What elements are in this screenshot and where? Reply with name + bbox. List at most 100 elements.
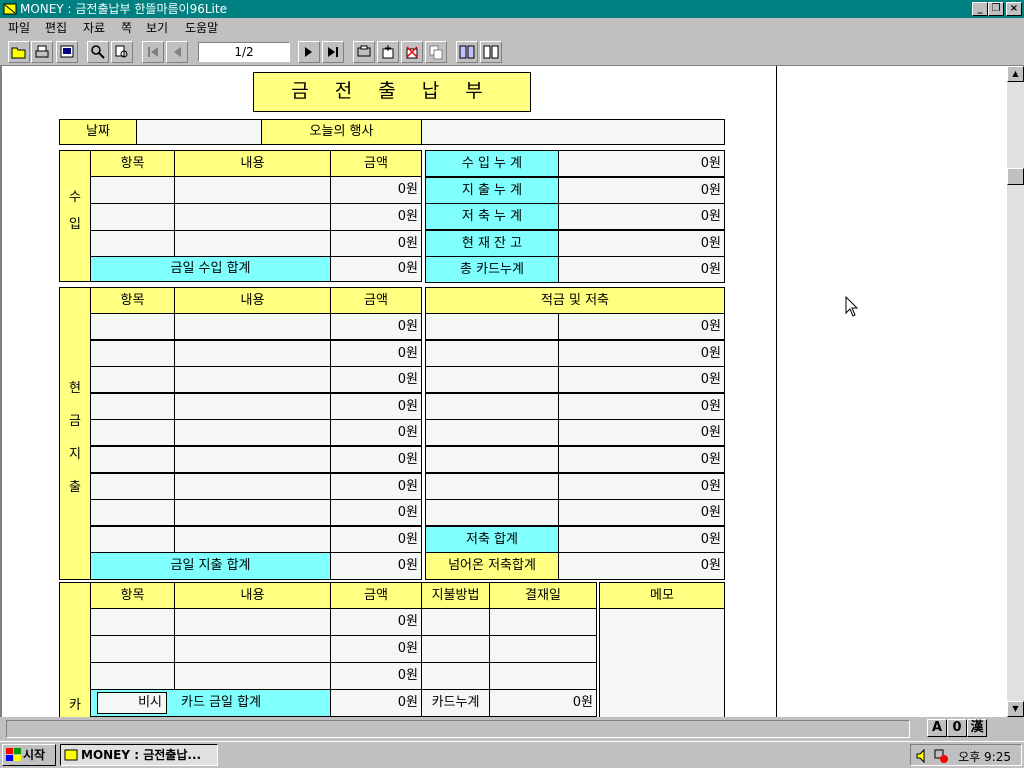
cash-content-field[interactable] — [174, 392, 331, 420]
cumulative-label: 저 축 누 계 — [425, 203, 559, 230]
record-icon[interactable] — [353, 41, 375, 63]
book-open-icon[interactable] — [480, 41, 502, 63]
card-cum-label: 카드누계 — [421, 689, 490, 717]
menu-help[interactable]: 도움말 — [185, 20, 218, 36]
card-settle-field[interactable] — [489, 635, 597, 663]
cash-content-field[interactable] — [174, 472, 331, 500]
scroll-thumb[interactable] — [1007, 168, 1024, 185]
savings-item-field[interactable] — [425, 472, 559, 500]
savings-header: 적금 및 저축 — [425, 287, 725, 314]
cash-col-amount: 금액 — [330, 287, 422, 314]
cumulative-value: 0원 — [558, 229, 725, 257]
ime-width-button[interactable]: 0 — [947, 719, 967, 737]
income-content-field[interactable] — [174, 203, 331, 231]
cash-content-field[interactable] — [174, 446, 331, 473]
income-total-label: 금일 수입 합계 — [90, 256, 331, 282]
cash-item-field[interactable] — [90, 499, 175, 527]
cash-item-field[interactable] — [90, 392, 175, 420]
book-icon[interactable] — [456, 41, 478, 63]
ime-hanja-button[interactable]: 漢 — [967, 719, 987, 737]
card-settle-field[interactable] — [489, 662, 597, 690]
card-content-field[interactable] — [174, 635, 331, 663]
card-col-payment: 지불방법 — [421, 582, 490, 609]
savings-item-field[interactable] — [425, 392, 559, 420]
savings-amount: 0원 — [558, 366, 725, 394]
card-item-field[interactable] — [90, 608, 175, 636]
next-page-icon[interactable] — [298, 41, 320, 63]
menu-data[interactable]: 자료 — [83, 20, 105, 36]
scroll-up-icon[interactable]: ▲ — [1007, 66, 1024, 82]
cash-item-field[interactable] — [90, 472, 175, 500]
savings-item-field[interactable] — [425, 446, 559, 473]
savings-item-field[interactable] — [425, 499, 559, 527]
copy-record-icon[interactable] — [425, 41, 447, 63]
windows-logo-icon — [6, 748, 21, 761]
income-content-field[interactable] — [174, 176, 331, 204]
card-content-field[interactable] — [174, 608, 331, 636]
card-col-settle: 결재일 — [489, 582, 597, 609]
memo-field[interactable] — [599, 608, 725, 717]
print-icon[interactable] — [31, 41, 53, 63]
card-payment-field[interactable] — [421, 662, 490, 690]
cash-content-field[interactable] — [174, 366, 331, 394]
restore-button[interactable]: ❐ — [988, 2, 1004, 16]
card-payment-field[interactable] — [421, 608, 490, 636]
speaker-icon[interactable] — [915, 748, 931, 764]
find-replace-icon[interactable] — [111, 41, 133, 63]
cash-amount: 0원 — [330, 525, 422, 553]
card-item-field[interactable] — [90, 635, 175, 663]
cash-content-field[interactable] — [174, 419, 331, 447]
ime-alpha-button[interactable]: A — [927, 719, 947, 737]
savings-item-field[interactable] — [425, 366, 559, 394]
menu-view[interactable]: 보기 — [146, 20, 168, 36]
savings-item-field[interactable] — [425, 339, 559, 367]
menu-page[interactable]: 쪽 — [121, 20, 132, 36]
cash-content-field[interactable] — [174, 499, 331, 527]
task-money-button[interactable]: MONEY : 금전출납... — [60, 744, 218, 766]
date-field[interactable] — [136, 119, 262, 145]
network-icon[interactable] — [933, 748, 949, 764]
cash-amount: 0원 — [330, 339, 422, 367]
card-settle-field[interactable] — [489, 608, 597, 636]
card-content-field[interactable] — [174, 662, 331, 690]
income-content-field[interactable] — [174, 230, 331, 258]
page-indicator[interactable]: 1/2 — [198, 42, 290, 62]
savings-item-field[interactable] — [425, 313, 559, 340]
cash-item-field[interactable] — [90, 366, 175, 394]
delete-record-icon[interactable] — [401, 41, 423, 63]
first-page-icon[interactable] — [142, 41, 164, 63]
card-payment-field[interactable] — [421, 635, 490, 663]
close-button[interactable]: × — [1006, 2, 1022, 16]
cash-item-field[interactable] — [90, 525, 175, 553]
card-side-label: 카 — [59, 582, 91, 717]
vertical-scrollbar[interactable]: ▲ ▼ — [1007, 66, 1024, 717]
savings-item-field[interactable] — [425, 419, 559, 447]
cash-content-field[interactable] — [174, 525, 331, 553]
form-title: 금 전 출 납 부 — [253, 72, 531, 112]
statusbar: A 0 漢 — [0, 717, 1024, 741]
menu-file[interactable]: 파일 — [8, 20, 30, 36]
cash-content-field[interactable] — [174, 339, 331, 367]
cash-item-field[interactable] — [90, 313, 175, 340]
last-page-icon[interactable] — [322, 41, 344, 63]
preview-icon[interactable] — [56, 41, 78, 63]
income-item-field[interactable] — [90, 230, 175, 258]
start-button[interactable]: 시작 — [2, 744, 56, 766]
open-icon[interactable] — [8, 41, 30, 63]
cash-item-field[interactable] — [90, 446, 175, 473]
card-fee-field[interactable]: 비시 — [97, 692, 167, 714]
event-field[interactable] — [421, 119, 725, 145]
prev-page-icon[interactable] — [166, 41, 188, 63]
income-item-field[interactable] — [90, 176, 175, 204]
minimize-button[interactable]: _ — [972, 2, 988, 16]
menu-edit[interactable]: 편집 — [45, 20, 67, 36]
cash-content-field[interactable] — [174, 313, 331, 340]
scroll-down-icon[interactable]: ▼ — [1007, 701, 1024, 717]
card-item-field[interactable] — [90, 662, 175, 690]
search-icon[interactable] — [87, 41, 109, 63]
cash-item-field[interactable] — [90, 419, 175, 447]
income-item-field[interactable] — [90, 203, 175, 231]
add-record-icon[interactable] — [377, 41, 399, 63]
cash-item-field[interactable] — [90, 339, 175, 367]
income-amount: 0원 — [330, 203, 422, 231]
